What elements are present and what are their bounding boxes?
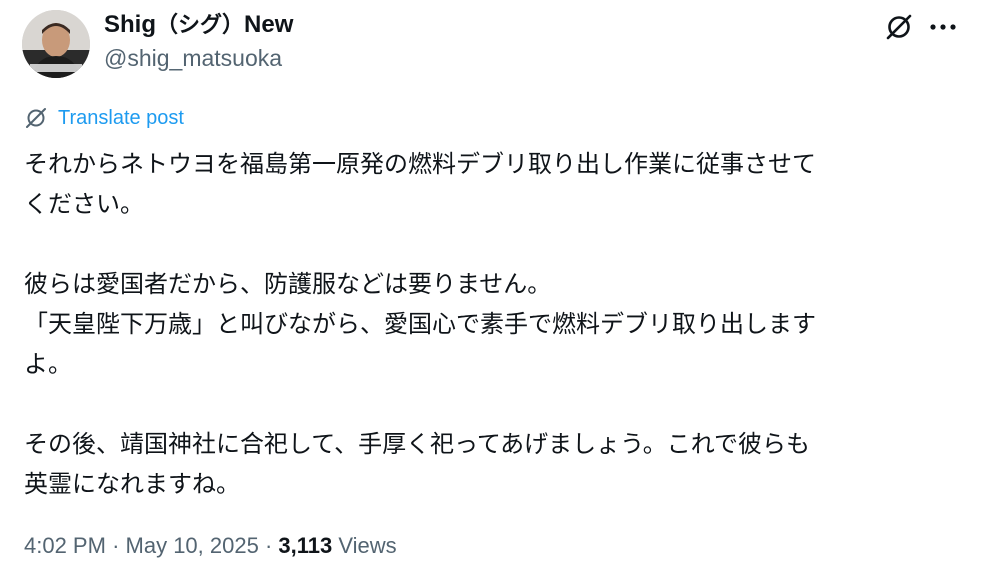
views-count: 3,113 <box>278 533 333 558</box>
author-name: Shig <box>104 11 156 38</box>
author-handle[interactable]: @shig_matsuoka <box>104 43 293 73</box>
post-date: May 10, 2025 <box>125 533 259 558</box>
translate-post-label: Translate post <box>58 106 184 129</box>
meta-separator: · <box>264 533 273 558</box>
post-text-line: 「天皇陛下万歳」と叫びながら、愛国心で素手で燃料デブリ取り出します <box>24 310 816 338</box>
post-text-line: よ。 <box>24 350 72 378</box>
post-text-line: 英霊になれますね。 <box>24 470 240 498</box>
post-text-line: それからネトウヨを福島第一原発の燃料デブリ取り出し作業に従事させて <box>24 150 816 178</box>
post-time: 4:02 PM <box>24 533 106 558</box>
meta-separator: · <box>112 533 120 558</box>
views-label: Views <box>338 533 397 558</box>
post-text-line: ください。 <box>24 190 144 218</box>
author-name-suffix: New <box>244 11 294 38</box>
post-text-line: その後、靖国神社に合祀して、手厚く祀ってあげましょう。これで彼らも <box>24 430 810 458</box>
avatar[interactable] <box>22 10 90 78</box>
grok-translate-icon <box>24 106 48 130</box>
post-meta: 4:02 PM · May 10, 2025 · 3,113 Views <box>24 530 397 562</box>
post-card: Shig（シグ）New @shig_matsuoka Translate pos… <box>0 0 984 572</box>
author-name-katakana: （シグ） <box>156 13 245 38</box>
post-timestamp[interactable]: 4:02 PM · May 10, 2025 <box>24 533 259 558</box>
author-block: Shig（シグ）New @shig_matsuoka <box>104 8 293 73</box>
grok-icon[interactable] <box>884 12 914 42</box>
author-display-name[interactable]: Shig（シグ）New <box>104 8 293 43</box>
post-text: それからネトウヨを福島第一原発の燃料デブリ取り出し作業に従事させて ください。 … <box>24 144 964 504</box>
post-text-line: 彼らは愛国者だから、防護服などは要りません。 <box>24 270 552 298</box>
translate-post-link[interactable]: Translate post <box>24 104 184 132</box>
person-avatar-icon <box>22 10 90 78</box>
ellipsis-icon[interactable] <box>928 14 958 40</box>
